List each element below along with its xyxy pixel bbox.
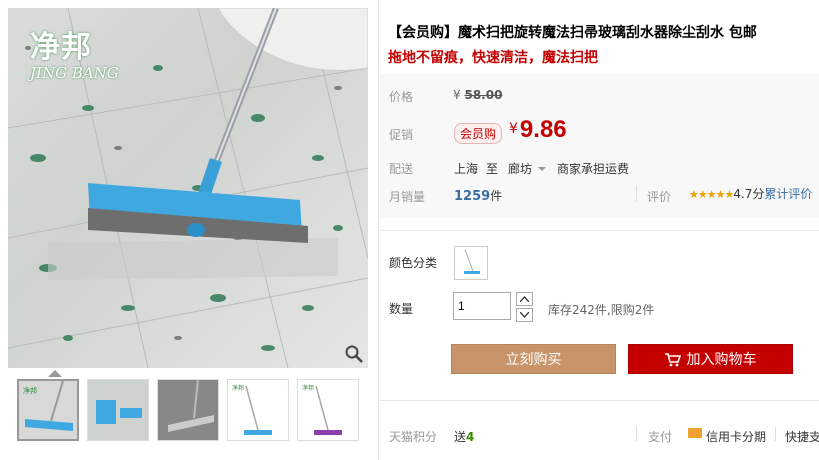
rating-divider <box>636 186 637 202</box>
thumbnail-image: 净邦 <box>19 381 77 439</box>
chevron-down-icon <box>520 312 529 318</box>
chevron-down-icon <box>538 167 547 171</box>
points-prefix: 送 <box>454 430 467 444</box>
chevron-up-icon <box>520 296 529 302</box>
price-label: 价格 <box>389 90 414 104</box>
brand-name-en: JING BANG <box>30 64 119 82</box>
total-reviews-link[interactable]: 累计评价 <box>764 187 812 201</box>
credit-card-icon <box>688 428 702 438</box>
shipping-fee-note: 商家承担运费 <box>557 162 630 176</box>
product-title: 【会员购】魔术扫把旋转魔法扫帚玻璃刮水器除尘刮水 包邮 <box>388 25 757 41</box>
thumbnail-image <box>158 380 218 440</box>
thumbnail-1[interactable]: 净邦 <box>17 379 79 441</box>
active-thumb-arrow <box>48 370 62 377</box>
add-to-cart-label: 加入购物车 <box>686 352 757 368</box>
thumbnail-image: 净邦 <box>302 384 342 435</box>
tmall-points-label: 天猫积分 <box>389 430 438 444</box>
promo-price: ¥9.86 <box>509 116 567 144</box>
quick-pay[interactable]: 快捷支 <box>785 428 819 445</box>
shipping-label: 配送 <box>389 162 414 176</box>
color-swatch[interactable] <box>454 246 488 280</box>
original-price: ¥ 58.00 <box>453 88 502 102</box>
promo-currency: ¥ <box>509 121 518 137</box>
column-divider <box>378 0 379 460</box>
svg-text:净邦: 净邦 <box>23 386 37 395</box>
quantity-label: 数量 <box>389 302 414 316</box>
thumbnail-strip: 净邦 净邦 净邦 <box>8 370 368 446</box>
thumbnail-4[interactable]: 净邦 <box>227 379 289 441</box>
tmall-points: 送4 <box>454 428 474 445</box>
star-icons: ★★★★★ <box>689 188 734 201</box>
thumbnail-3[interactable] <box>157 379 219 441</box>
buy-now-button[interactable]: 立刻购买 <box>451 344 616 374</box>
credit-installment[interactable]: 信用卡分期 <box>706 428 766 445</box>
product-subtitle: 拖地不留痕，快速清洁，魔法扫把 <box>388 50 598 66</box>
monthly-sales: 1259件 <box>454 187 502 204</box>
brand-name-cn: 净邦 <box>30 30 92 65</box>
color-label: 颜色分类 <box>389 256 438 270</box>
rating-label: 评价 <box>647 190 672 204</box>
swatch-image <box>464 249 480 274</box>
thumbnail-image <box>88 380 148 440</box>
thumbnail-image: 净邦 <box>232 384 272 435</box>
thumbnail-2[interactable] <box>87 379 149 441</box>
promo-label: 促销 <box>389 128 414 142</box>
points-value: 4 <box>466 430 475 444</box>
ship-to-city: 廊坊 <box>508 162 533 176</box>
member-badge: 会员购 <box>454 123 503 144</box>
svg-text:净邦: 净邦 <box>302 384 314 392</box>
stock-note: 库存242件,限购2件 <box>548 303 655 317</box>
svg-text:净邦: 净邦 <box>232 384 244 392</box>
original-price-currency: ¥ <box>453 88 461 102</box>
promo-price-value: 9.86 <box>519 116 567 143</box>
main-product-image[interactable]: 净邦 JING BANG <box>8 8 368 368</box>
ship-to-select[interactable]: 廊坊 <box>508 160 547 177</box>
bottom-divider-2 <box>775 427 776 441</box>
zoom-icon[interactable] <box>344 344 364 364</box>
bottom-divider <box>380 400 819 401</box>
quantity-increase-button[interactable] <box>516 292 533 306</box>
brand-logo: 净邦 JING BANG <box>30 22 119 82</box>
ship-from: 上海 <box>454 162 479 176</box>
section-divider <box>380 230 819 231</box>
monthly-sales-count: 1259 <box>454 189 491 204</box>
rating-score: 4.7分 <box>733 187 765 201</box>
add-to-cart-button[interactable]: 加入购物车 <box>628 344 793 374</box>
monthly-sales-label: 月销量 <box>389 190 426 204</box>
ship-to-word: 至 <box>486 162 499 176</box>
cart-icon <box>664 353 681 367</box>
quantity-input[interactable] <box>453 292 511 320</box>
quantity-decrease-button[interactable] <box>516 308 533 322</box>
rating-stars[interactable]: ★★★★★4.7分累计评价 <box>689 185 812 202</box>
monthly-sales-unit: 件 <box>490 189 503 203</box>
payment-label: 支付 <box>648 430 673 444</box>
thumbnail-5[interactable]: 净邦 <box>297 379 359 441</box>
original-price-value: 58.00 <box>464 88 503 102</box>
bottom-divider-1 <box>636 427 637 441</box>
